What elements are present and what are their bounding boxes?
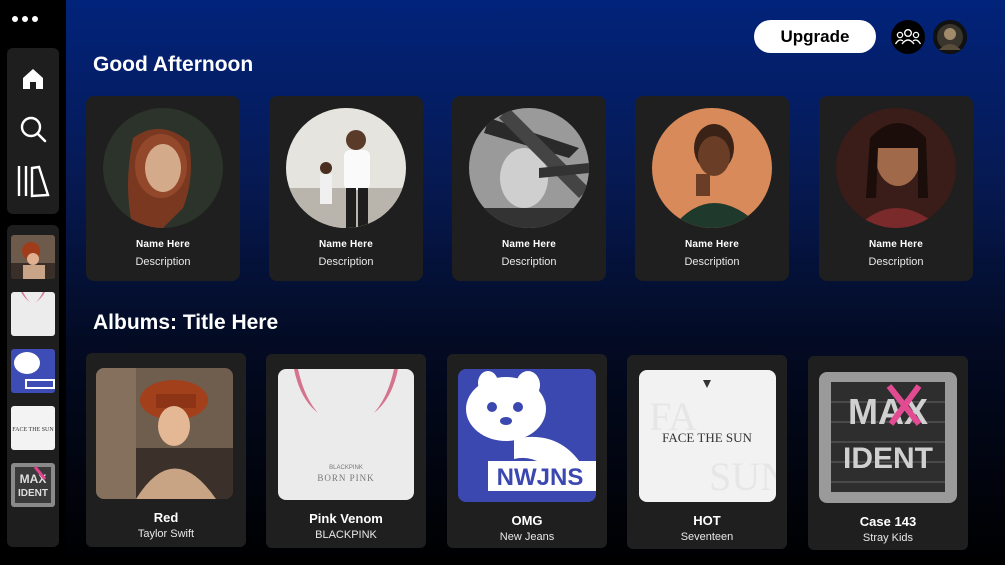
artist-description: Description [868,256,924,268]
library-item-hot[interactable]: FACE THE SUN [11,406,55,450]
home-icon [23,69,43,89]
album-card-pink-venom[interactable]: BLACKPINK BORN PINK Pink Venom BLACKPINK [266,354,426,548]
main-content: Upgrade Good Afternoon Name Here Descrip… [66,0,1005,565]
profile-button[interactable] [933,20,967,54]
album-title: Case 143 [859,514,917,529]
artist-card[interactable]: Name Here Description [635,96,789,281]
sidebar: FACE THE SUN MAX IDENT [0,0,66,565]
artist-photo [469,108,589,228]
cover-text-artist: BLACKPINK [329,465,363,471]
home-button[interactable] [7,56,59,102]
avatar [933,20,967,54]
artist-name: Name Here [318,239,374,250]
album-title: OMG [511,513,543,528]
album-artist: BLACKPINK [315,529,377,541]
library-item-omg[interactable] [11,349,55,393]
friends-button[interactable] [891,20,925,54]
artist-name: Name Here [501,239,557,250]
artist-name: Name Here [135,239,191,250]
artist-description: Description [135,256,191,268]
album-card-hot[interactable]: FA SUN FACE THE SUN HOT Seventeen [627,355,787,549]
svg-text:FACE THE SUN: FACE THE SUN [12,427,54,433]
album-cover: BLACKPINK BORN PINK [278,369,414,500]
artist-card[interactable]: Name Here Description [819,96,973,281]
albums-title: Albums: Title Here [93,311,279,334]
library-item-red[interactable] [11,235,55,279]
svg-text:IDENT: IDENT [18,488,48,499]
search-button[interactable] [7,106,59,152]
album-card-case-143[interactable]: MAX IDENT Case 143 Stray Kids [808,356,968,550]
cover-text-title-bottom: IDENT [843,442,933,475]
cover-text-title-top: MAX [848,391,928,432]
album-cover: NWJNS [458,369,596,502]
album-cover [96,368,233,499]
artist-description: Description [501,256,557,268]
album-artist: Stray Kids [862,532,914,544]
artist-card[interactable]: Name Here Description [452,96,606,281]
artist-description: Description [684,256,740,268]
album-title: Pink Venom [309,511,383,526]
artist-card[interactable]: Name Here Description [86,96,240,281]
upgrade-button[interactable]: Upgrade [754,20,876,53]
artist-photo [836,108,956,228]
artist-description: Description [318,256,374,268]
cover-text-title: FACE THE SUN [662,430,752,445]
library-item-case-143[interactable]: MAX IDENT [11,463,55,507]
album-cover: FA SUN FACE THE SUN [639,370,776,502]
album-artist: Taylor Swift [137,528,195,540]
artist-photo [286,108,406,228]
cover-text-title: BORN PINK [317,473,374,483]
search-icon [20,116,47,143]
nav-panel [7,48,59,214]
artist-card[interactable]: Name Here Description [269,96,423,281]
album-title: Red [153,510,179,525]
library-button[interactable] [7,158,59,204]
album-artist: Seventeen [680,531,734,543]
artist-photo [652,108,772,228]
artist-photo [103,108,223,228]
album-title: HOT [693,513,721,528]
library-icon [17,165,50,198]
album-cover: MAX IDENT [819,372,957,503]
artist-name: Name Here [868,239,924,250]
album-card-red[interactable]: Red Taylor Swift [86,353,246,547]
greeting-title: Good Afternoon [93,53,254,76]
svg-text:SUN: SUN [709,454,776,499]
album-artist: New Jeans [499,531,555,543]
album-card-omg[interactable]: NWJNS OMG New Jeans [447,354,607,548]
friends-icon [895,29,921,45]
cover-text-title: NWJNS [497,464,584,491]
artist-name: Name Here [684,239,740,250]
more-dots-icon[interactable] [12,12,42,26]
library-panel: FACE THE SUN MAX IDENT [7,225,59,547]
library-item-pink-venom[interactable] [11,292,55,336]
